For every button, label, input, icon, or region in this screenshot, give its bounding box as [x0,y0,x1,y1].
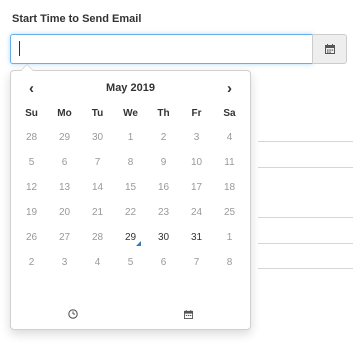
show-time-picker-button[interactable] [15,304,131,326]
background-divider [258,141,353,142]
page: Start Time to Send Email ‹ May 2019 › Su… [0,0,353,344]
weekday-label: Mo [57,107,72,119]
show-date-picker-button[interactable] [131,304,247,326]
calendar-header: ‹ May 2019 › [15,77,246,99]
text-cursor [19,41,20,56]
calendar-day-cell[interactable]: 11 [213,150,246,175]
calendar-toggle-button[interactable] [312,34,347,64]
calendar-day-cell[interactable]: 26 [15,225,48,250]
calendar-week-row: 19 20 21 22 23 24 25 [15,200,246,225]
calendar-day-cell[interactable]: 2 [147,125,180,150]
calendar-day-cell[interactable]: 3 [180,125,213,150]
background-divider [258,217,353,218]
calendar-day-cell[interactable]: 1 [213,225,246,250]
calendar-grid: Su Mo Tu We Th Fr Sa 28 29 30 1 2 3 4 5 … [15,101,246,275]
calendar-day-cell[interactable]: 18 [213,175,246,200]
previous-month-button[interactable]: ‹ [15,77,48,99]
calendar-day-cell[interactable]: 28 [15,125,48,150]
clock-icon [68,306,78,324]
calendar-day-cell[interactable]: 8 [213,250,246,275]
calendar-week-row: 28 29 30 1 2 3 4 [15,125,246,150]
background-divider [258,243,353,244]
calendar-day-cell[interactable]: 15 [114,175,147,200]
calendar-day-cell[interactable]: 16 [147,175,180,200]
calendar-day-cell[interactable]: 30 [81,125,114,150]
weekday-header-row: Su Mo Tu We Th Fr Sa [15,101,246,125]
calendar-day-cell[interactable]: 24 [180,200,213,225]
chevron-left-icon: ‹ [29,79,34,97]
background-divider [258,167,353,168]
calendar-day-cell[interactable]: 29 [48,125,81,150]
calendar-day-cell[interactable]: 2 [15,250,48,275]
calendar-week-row: 12 13 14 15 16 17 18 [15,175,246,200]
chevron-right-icon: › [227,79,232,97]
calendar-icon [324,44,335,54]
month-year-switch[interactable]: May 2019 [48,82,213,94]
calendar-day-today[interactable]: 29 [114,225,147,250]
calendar-day-cell[interactable]: 28 [81,225,114,250]
calendar-week-row: 5 6 7 8 9 10 11 [15,150,246,175]
calendar-day-cell[interactable]: 3 [48,250,81,275]
calendar-icon [183,306,193,324]
calendar-day-cell[interactable]: 22 [114,200,147,225]
calendar-day-cell[interactable]: 13 [48,175,81,200]
weekday-label: We [123,107,138,119]
calendar-day-cell[interactable]: 23 [147,200,180,225]
calendar-day-cell[interactable]: 7 [180,250,213,275]
calendar-day-cell[interactable]: 4 [81,250,114,275]
calendar-day-cell[interactable]: 6 [48,150,81,175]
weekday-label: Th [157,107,170,119]
calendar-day-cell[interactable]: 6 [147,250,180,275]
calendar-day-cell[interactable]: 5 [15,150,48,175]
calendar-week-row: 2 3 4 5 6 7 8 [15,250,246,275]
weekday-label: Fr [191,107,202,119]
calendar-day-cell[interactable]: 10 [180,150,213,175]
calendar-day-cell[interactable]: 19 [15,200,48,225]
weekday-label: Tu [91,107,104,119]
calendar-day-cell[interactable]: 31 [180,225,213,250]
weekday-label: Su [25,107,38,119]
calendar-day-cell[interactable]: 1 [114,125,147,150]
calendar-day-cell[interactable]: 25 [213,200,246,225]
calendar-day-cell[interactable]: 12 [15,175,48,200]
calendar-week-row: 26 27 28 29 30 31 1 [15,225,246,250]
next-month-button[interactable]: › [213,77,246,99]
datetime-input-group [10,34,347,64]
calendar-day-cell[interactable]: 30 [147,225,180,250]
calendar-day-cell[interactable]: 21 [81,200,114,225]
datetime-picker-popup: ‹ May 2019 › Su Mo Tu We Th Fr Sa 28 29 … [10,64,251,330]
background-divider [258,268,353,269]
weekday-label: Sa [223,107,236,119]
calendar-day-cell[interactable]: 4 [213,125,246,150]
calendar-day-cell[interactable]: 8 [114,150,147,175]
start-time-input[interactable] [10,34,313,64]
calendar-day-cell[interactable]: 5 [114,250,147,275]
calendar-day-cell[interactable]: 17 [180,175,213,200]
calendar-day-cell[interactable]: 7 [81,150,114,175]
start-time-label: Start Time to Send Email [12,13,142,25]
calendar-day-cell[interactable]: 9 [147,150,180,175]
calendar-day-cell[interactable]: 14 [81,175,114,200]
picker-footer [15,304,246,326]
calendar-day-cell[interactable]: 27 [48,225,81,250]
calendar-day-cell[interactable]: 20 [48,200,81,225]
